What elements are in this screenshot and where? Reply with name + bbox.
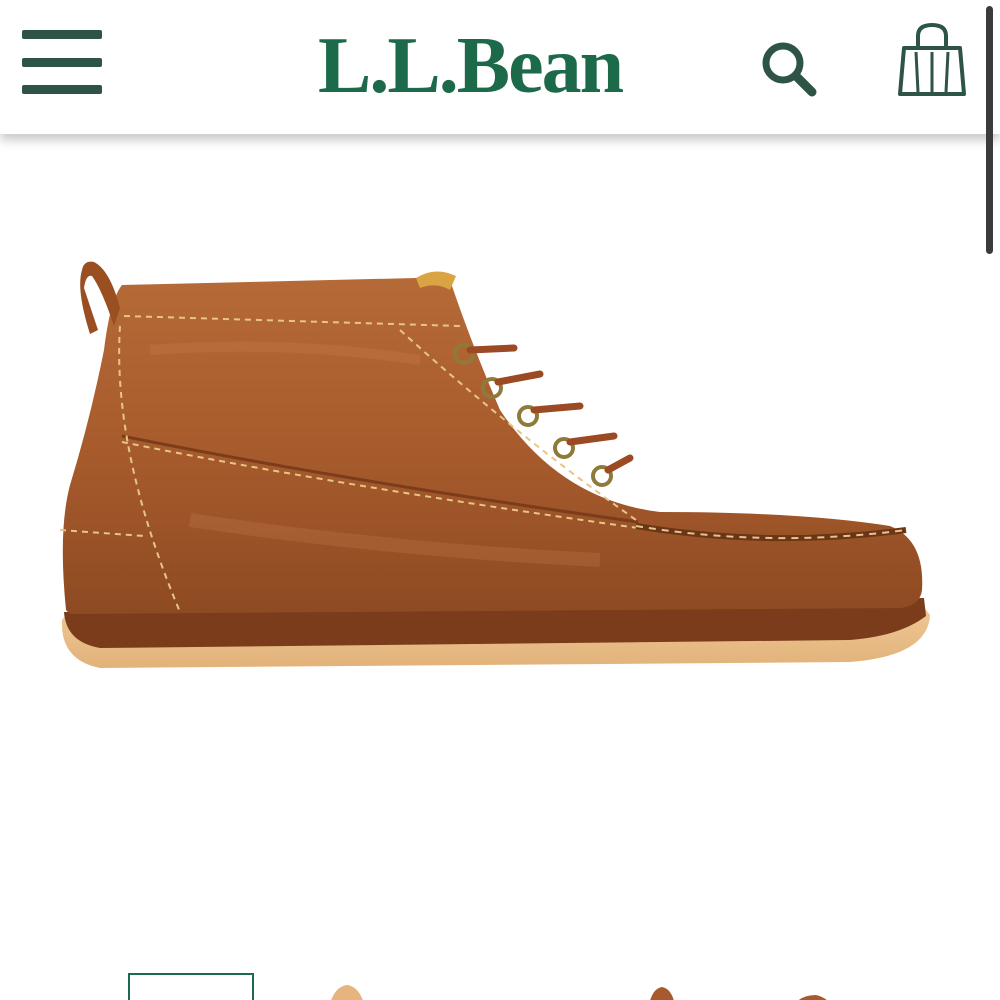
product-image[interactable]	[40, 230, 960, 690]
thumbnail-image[interactable]	[786, 973, 836, 1000]
thumbnail-selected[interactable]	[128, 973, 254, 1000]
site-header: L.L.Bean	[0, 0, 1000, 134]
hamburger-menu-icon[interactable]	[22, 30, 102, 94]
thumbnail-image[interactable]	[636, 973, 686, 1000]
brand-logo[interactable]: L.L.Bean	[318, 16, 658, 116]
product-page: L.L.Bean	[0, 0, 1000, 1000]
scrollbar[interactable]	[986, 6, 993, 254]
thumbnail-image[interactable]	[322, 973, 372, 1000]
shopping-bag-icon[interactable]	[896, 22, 968, 98]
search-icon[interactable]	[756, 36, 820, 100]
